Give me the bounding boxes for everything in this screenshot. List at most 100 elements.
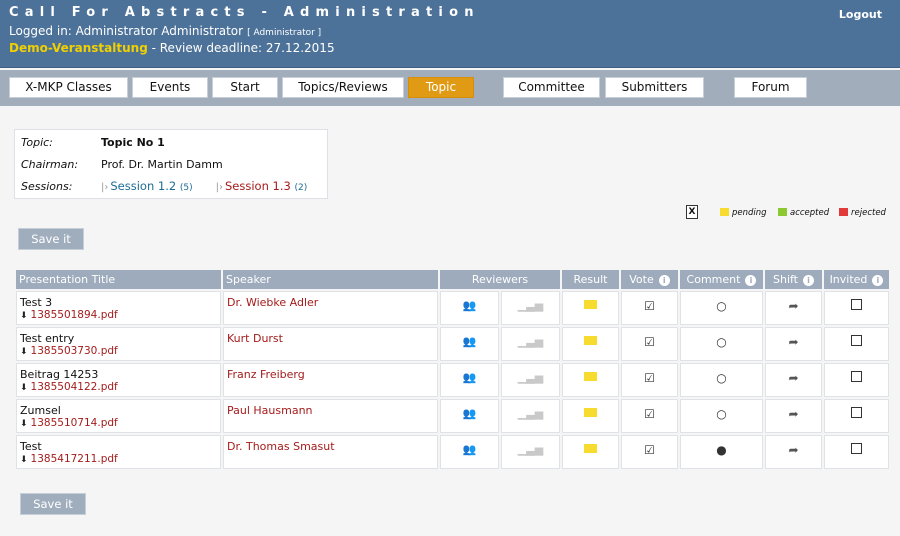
shift-cell: ➦ (765, 435, 822, 469)
assign-reviewers-icon[interactable]: 👥 (463, 299, 477, 312)
invited-checkbox[interactable] (851, 443, 862, 454)
vote-icon[interactable]: ☑ (644, 407, 655, 421)
info-icon[interactable]: i (658, 275, 670, 286)
logout-link[interactable]: Logout (839, 8, 882, 21)
assign-reviewers-icon[interactable]: 👥 (463, 407, 477, 420)
save-button-top[interactable]: Save it (18, 228, 84, 250)
session-bullet-icon: |› (215, 182, 223, 193)
reviewers-cell: 👥 (440, 435, 499, 469)
comment-cell: ● (680, 435, 763, 469)
info-icon[interactable]: i (803, 275, 814, 286)
info-icon[interactable]: i (745, 275, 757, 286)
speaker-cell: Dr. Wiebke Adler (223, 291, 438, 325)
vote-icon[interactable]: ☑ (644, 371, 655, 385)
speaker-link[interactable]: Franz Freiberg (227, 368, 305, 381)
comment-icon[interactable]: ○ (716, 335, 726, 349)
comment-filled-icon[interactable]: ● (716, 443, 726, 457)
comment-icon[interactable]: ○ (716, 299, 726, 313)
vote-icon[interactable]: ☑ (644, 335, 655, 349)
nav-submitters[interactable]: Submitters (605, 77, 704, 98)
presentation-file-link[interactable]: ⬇ 1385503730.pdf (20, 345, 217, 357)
user-role: [ Administrator ] (247, 28, 322, 38)
status-legend: X pending accepted rejected (686, 205, 890, 221)
rating-bars-icon[interactable]: ▁▃▅ (518, 443, 543, 456)
invited-cell (824, 291, 889, 325)
invited-checkbox[interactable] (851, 335, 862, 346)
presentation-file-link[interactable]: ⬇ 1385417211.pdf (20, 453, 217, 465)
result-pending-indicator[interactable] (584, 372, 597, 381)
event-name: Demo-Veranstaltung (9, 41, 148, 55)
save-button-bottom[interactable]: Save it (20, 493, 86, 515)
speaker-link[interactable]: Dr. Thomas Smasut (227, 440, 335, 453)
presentation-title: Beitrag 14253 (20, 368, 99, 381)
assign-reviewers-icon[interactable]: 👥 (463, 335, 477, 348)
presentations-table: Presentation Title Speaker Reviewers Res… (14, 270, 891, 469)
result-pending-indicator[interactable] (584, 444, 597, 453)
vote-cell: ☑ (621, 435, 678, 469)
download-icon: ⬇ (20, 419, 28, 429)
ratings-cell: ▁▃▅ (501, 399, 560, 433)
shift-arrow-icon[interactable]: ➦ (788, 371, 798, 385)
shift-arrow-icon[interactable]: ➦ (788, 443, 798, 457)
rating-bars-icon[interactable]: ▁▃▅ (518, 299, 543, 312)
download-icon: ⬇ (20, 311, 28, 321)
col-invited: Invited i (824, 270, 889, 289)
result-pending-indicator[interactable] (584, 300, 597, 309)
presentation-cell: Zumsel ⬇ 1385510714.pdf (16, 399, 221, 433)
presentation-file-link[interactable]: ⬇ 1385504122.pdf (20, 381, 217, 393)
rating-bars-icon[interactable]: ▁▃▅ (518, 371, 543, 384)
nav-topic[interactable]: Topic (408, 77, 474, 98)
invited-checkbox[interactable] (851, 371, 862, 382)
topic-value: Topic No 1 (101, 136, 165, 149)
result-pending-indicator[interactable] (584, 408, 597, 417)
rating-bars-icon[interactable]: ▁▃▅ (518, 407, 543, 420)
comment-icon[interactable]: ○ (716, 407, 726, 421)
shift-arrow-icon[interactable]: ➦ (788, 407, 798, 421)
nav-forum[interactable]: Forum (734, 77, 807, 98)
result-pending-indicator[interactable] (584, 336, 597, 345)
speaker-link[interactable]: Paul Hausmann (227, 404, 313, 417)
vote-icon[interactable]: ☑ (644, 443, 655, 457)
invited-cell (824, 363, 889, 397)
vote-icon[interactable]: ☑ (644, 299, 655, 313)
session-link-1-3[interactable]: Session 1.3 (2) (225, 179, 307, 193)
nav-events[interactable]: Events (132, 77, 208, 98)
pending-swatch (720, 208, 729, 216)
presentation-file-link[interactable]: ⬇ 1385501894.pdf (20, 309, 217, 321)
invited-checkbox[interactable] (851, 299, 862, 310)
session-bullet-icon: |› (101, 182, 109, 193)
info-icon[interactable]: i (872, 275, 884, 286)
table-row: Test entry ⬇ 1385503730.pdf Kurt Durst 👥 … (16, 327, 889, 361)
excel-export-icon[interactable]: X (686, 205, 698, 219)
app-header: Call For Abstracts - Administration Logg… (0, 0, 900, 68)
session-link-1-2[interactable]: Session 1.2 (5) (110, 179, 192, 193)
speaker-link[interactable]: Kurt Durst (227, 332, 283, 345)
rating-bars-icon[interactable]: ▁▃▅ (518, 335, 543, 348)
chairman-label: Chairman: (21, 158, 79, 171)
nav-xmkp-classes[interactable]: X-MKP Classes (9, 77, 128, 98)
assign-reviewers-icon[interactable]: 👥 (463, 443, 477, 456)
nav-start[interactable]: Start (212, 77, 278, 98)
nav-committee[interactable]: Committee (503, 77, 600, 98)
assign-reviewers-icon[interactable]: 👥 (463, 371, 477, 384)
review-deadline: - Review deadline: 27.12.2015 (147, 41, 335, 55)
event-info: Demo-Veranstaltung - Review deadline: 27… (9, 41, 335, 55)
invited-checkbox[interactable] (851, 407, 862, 418)
legend-accepted: accepted (778, 208, 829, 218)
legend-rejected: rejected (839, 208, 886, 218)
col-title: Presentation Title (16, 270, 221, 289)
main-nav: X-MKP Classes Events Start Topics/Review… (0, 70, 900, 106)
presentation-file-link[interactable]: ⬇ 1385510714.pdf (20, 417, 217, 429)
ratings-cell: ▁▃▅ (501, 291, 560, 325)
presentation-title: Test entry (20, 332, 75, 345)
col-vote: Vote i (621, 270, 678, 289)
comment-icon[interactable]: ○ (716, 371, 726, 385)
comment-cell: ○ (680, 327, 763, 361)
app-title: Call For Abstracts - Administration (9, 5, 480, 20)
shift-arrow-icon[interactable]: ➦ (788, 335, 798, 349)
presentation-cell: Test entry ⬇ 1385503730.pdf (16, 327, 221, 361)
nav-topics-reviews[interactable]: Topics/Reviews (282, 77, 404, 98)
speaker-link[interactable]: Dr. Wiebke Adler (227, 296, 318, 309)
shift-cell: ➦ (765, 291, 822, 325)
shift-arrow-icon[interactable]: ➦ (788, 299, 798, 313)
